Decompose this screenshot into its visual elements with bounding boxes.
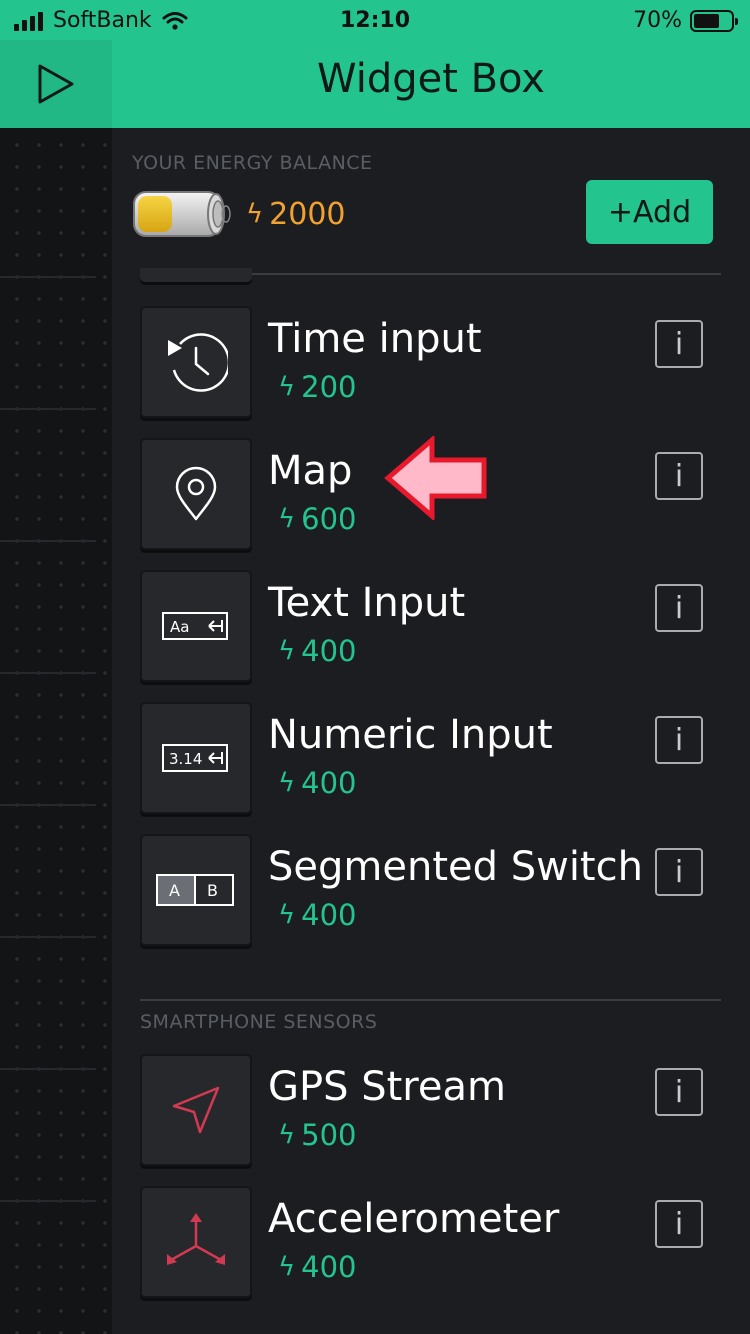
energy-value: 2000 <box>269 196 346 232</box>
widget-icon-tile <box>140 438 252 550</box>
widget-box-drawer: YOUR ENERGY BALANCE ϟ 2000 +Add Time inp… <box>112 128 750 1334</box>
bolt-icon: ϟ <box>246 199 264 229</box>
widget-item-accelerometer[interactable]: Accelerometer ϟ 400 i <box>140 1186 721 1298</box>
info-button[interactable]: i <box>655 1068 703 1116</box>
widget-name: GPS Stream <box>268 1064 506 1110</box>
project-canvas-strip <box>0 128 112 1334</box>
canvas-grid-line <box>0 672 96 674</box>
energy-balance-label: YOUR ENERGY BALANCE <box>132 152 373 174</box>
widget-icon-tile <box>140 306 252 418</box>
widget-cost-value: 400 <box>301 766 357 800</box>
bolt-icon: ϟ <box>278 1252 296 1282</box>
widget-name: Accelerometer <box>268 1196 560 1242</box>
widget-cost-value: 500 <box>301 1118 357 1152</box>
bolt-icon: ϟ <box>278 1120 296 1150</box>
widget-item-numeric-input[interactable]: 3.14 Numeric Input ϟ 400 i <box>140 702 721 814</box>
widget-cost-value: 400 <box>301 1250 357 1284</box>
app-header: SoftBank 12:10 70% Widget Box <box>0 0 750 128</box>
widget-item-text-input[interactable]: Aa Text Input ϟ 400 i <box>140 570 721 682</box>
widget-name: Text Input <box>268 580 466 626</box>
canvas-grid-line <box>0 1068 96 1070</box>
widget-icon-tile <box>140 1186 252 1298</box>
widget-icon-tile <box>140 1054 252 1166</box>
energy-balance: ϟ 2000 <box>132 188 346 240</box>
battery-percent: 70% <box>633 8 682 33</box>
canvas-grid-line <box>0 936 96 938</box>
widget-cost: ϟ 400 <box>278 898 357 932</box>
widget-cost: ϟ 500 <box>278 1118 357 1152</box>
widget-cost: ϟ 400 <box>278 766 357 800</box>
play-icon <box>38 64 74 104</box>
add-energy-button[interactable]: +Add <box>586 180 713 244</box>
icon-text: 3.14 <box>169 750 202 768</box>
info-button[interactable]: i <box>655 584 703 632</box>
segmented-switch-icon: A B <box>156 874 234 906</box>
bolt-icon: ϟ <box>278 900 296 930</box>
numeric-input-icon: 3.14 <box>162 744 228 772</box>
widget-name: Segmented Switch <box>268 844 643 890</box>
info-button[interactable]: i <box>655 1200 703 1248</box>
widget-cost: ϟ 400 <box>278 1250 357 1284</box>
battery-icon <box>690 9 738 32</box>
info-button[interactable]: i <box>655 848 703 896</box>
bolt-icon: ϟ <box>278 504 296 534</box>
widget-name: Map <box>268 448 353 494</box>
bolt-icon: ϟ <box>278 768 296 798</box>
widget-name: Time input <box>268 316 482 362</box>
axes-icon <box>167 1213 225 1265</box>
partial-widget-tile <box>140 268 252 282</box>
widget-icon-tile: A B <box>140 834 252 946</box>
info-button[interactable]: i <box>655 320 703 368</box>
battery-energy-icon <box>133 191 231 237</box>
widget-icon-tile: Aa <box>140 570 252 682</box>
widget-cost-value: 400 <box>301 898 357 932</box>
widget-cost: ϟ 400 <box>278 634 357 668</box>
text-input-icon: Aa <box>162 612 228 640</box>
icon-text: Aa <box>170 618 189 636</box>
divider <box>140 999 721 1001</box>
location-pin-icon <box>175 466 217 521</box>
widget-item-time-input[interactable]: Time input ϟ 200 i <box>140 306 721 418</box>
bolt-icon: ϟ <box>278 372 296 402</box>
play-button[interactable] <box>0 40 112 128</box>
canvas-grid-line <box>0 408 96 410</box>
canvas-grid-line <box>0 804 96 806</box>
status-bar: SoftBank 12:10 70% <box>0 0 750 40</box>
info-button[interactable]: i <box>655 716 703 764</box>
widget-icon-tile: 3.14 <box>140 702 252 814</box>
widget-cost-value: 400 <box>301 634 357 668</box>
info-button[interactable]: i <box>655 452 703 500</box>
widget-name: Numeric Input <box>268 712 553 758</box>
canvas-grid-line <box>0 1200 96 1202</box>
segment-b-label: B <box>207 881 218 900</box>
page-title: Widget Box <box>317 56 545 102</box>
canvas-grid-line <box>0 276 96 278</box>
bolt-icon: ϟ <box>278 636 296 666</box>
annotation-arrow-icon <box>384 436 487 520</box>
segment-a-label: A <box>169 881 180 900</box>
section-title: SMARTPHONE SENSORS <box>140 1011 378 1033</box>
widget-cost: ϟ 600 <box>278 502 357 536</box>
clock-play-icon <box>168 333 228 392</box>
widget-cost: ϟ 200 <box>278 370 357 404</box>
navigation-arrow-icon <box>172 1086 220 1134</box>
widget-cost-value: 200 <box>301 370 357 404</box>
widget-item-gps-stream[interactable]: GPS Stream ϟ 500 i <box>140 1054 721 1166</box>
widget-cost-value: 600 <box>301 502 357 536</box>
canvas-grid-line <box>0 540 96 542</box>
widget-item-segmented-switch[interactable]: A B Segmented Switch ϟ 400 i <box>140 834 721 946</box>
energy-amount: ϟ 2000 <box>246 197 346 232</box>
status-right: 70% <box>633 8 738 33</box>
